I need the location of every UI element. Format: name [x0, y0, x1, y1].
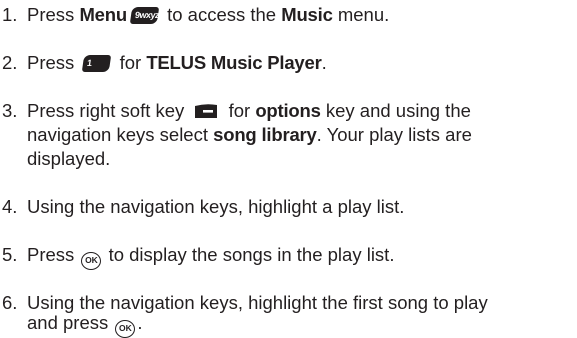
ok-key-icon: OK — [81, 252, 102, 270]
menu-key-name: Menu — [79, 4, 127, 25]
step-number: 5. — [2, 244, 18, 265]
step-number: 3. — [2, 100, 18, 121]
options-key-name: options — [255, 100, 321, 121]
step-text: Using the navigation keys, highlight a p… — [27, 196, 405, 217]
step-text: Press right soft key for options key and… — [27, 100, 471, 121]
step-number: 4. — [2, 196, 18, 217]
song-library-name: song library — [213, 124, 317, 145]
one-key-icon: 1 — [82, 55, 112, 72]
step-text: Press OK to display the songs in the pla… — [27, 244, 394, 270]
telus-music-player-name: TELUS Music Player — [146, 52, 322, 73]
step-text: Press 1 for TELUS Music Player. — [27, 52, 327, 73]
right-soft-key-icon — [195, 104, 218, 118]
step-number: 1. — [2, 4, 18, 25]
nine-key-icon: 9wxyz — [129, 7, 160, 24]
step-number: 2. — [2, 52, 18, 73]
instruction-list: 1. Press Menu 9wxyz to access the Music m… — [0, 0, 577, 338]
step-number: 6. — [2, 292, 18, 313]
music-menu-name: Music — [281, 4, 333, 25]
ok-key-icon: OK — [115, 320, 136, 338]
step-text: Using the navigation keys, highlight the… — [27, 292, 488, 313]
step-text: Press Menu 9wxyz to access the Music menu… — [27, 4, 390, 25]
